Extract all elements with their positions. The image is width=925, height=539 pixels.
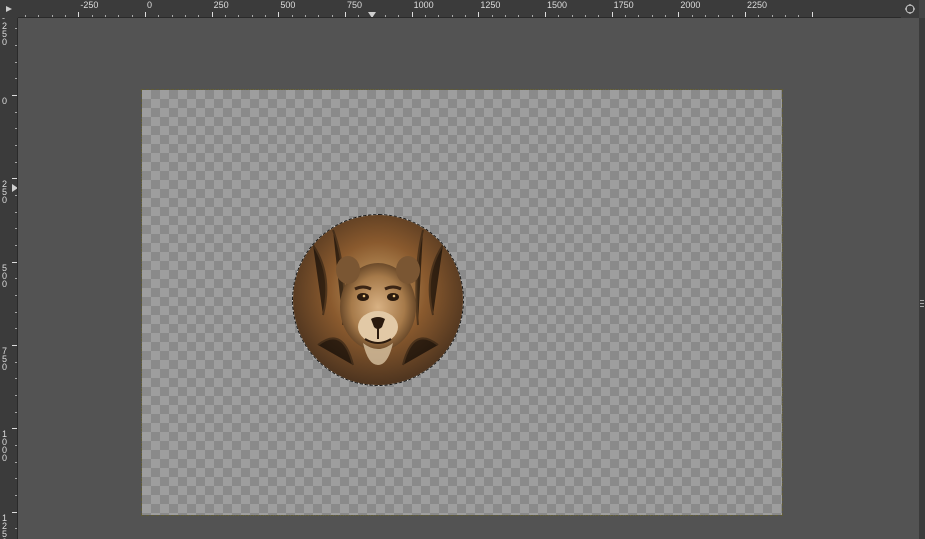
pane-grip-icon [919, 296, 925, 310]
v-ruler-label: 0 [2, 97, 7, 105]
h-ruler-label: 750 [347, 0, 362, 10]
h-ruler-label: 2000 [680, 0, 700, 10]
horizontal-ruler[interactable]: -250 0 250 500 750 1000 1250 1500 1750 2000 2250 [18, 0, 901, 18]
v-ruler-label: 1 0 0 0 [2, 430, 7, 462]
canvas-viewport[interactable] [18, 18, 919, 539]
vertical-scrollbar[interactable] [919, 18, 925, 539]
h-ruler-label: 1250 [480, 0, 500, 10]
image-editor: -250 0 250 500 750 1000 1250 1500 1750 2000 2250 -… [0, 0, 925, 539]
h-ruler-label: 500 [280, 0, 295, 10]
layer-circle-image[interactable] [293, 215, 463, 385]
h-ruler-label: 1500 [547, 0, 567, 10]
h-ruler-label: 0 [147, 0, 152, 10]
h-ruler-label: 1750 [614, 0, 634, 10]
v-ruler-label: - 2 5 0 [2, 18, 7, 46]
v-ruler-label: 7 5 0 [2, 347, 7, 371]
navigate-canvas-button[interactable] [901, 0, 919, 18]
h-ruler-label: 1000 [414, 0, 434, 10]
menu-arrow-icon [3, 3, 15, 15]
h-ruler-label: -250 [80, 0, 98, 10]
h-ruler-label: 2250 [747, 0, 767, 10]
ruler-origin-button[interactable] [0, 0, 18, 18]
vertical-ruler[interactable]: - 2 5 0 0 2 5 0 5 0 0 7 5 0 1 0 0 0 1 2 5 0 [0, 18, 18, 539]
nav-target-icon [904, 3, 916, 15]
v-ruler-label: 1 2 5 0 [2, 514, 7, 539]
h-ruler-label: 250 [214, 0, 229, 10]
v-ruler-label: 5 0 0 [2, 264, 7, 288]
v-ruler-label: 2 5 0 [2, 180, 7, 204]
